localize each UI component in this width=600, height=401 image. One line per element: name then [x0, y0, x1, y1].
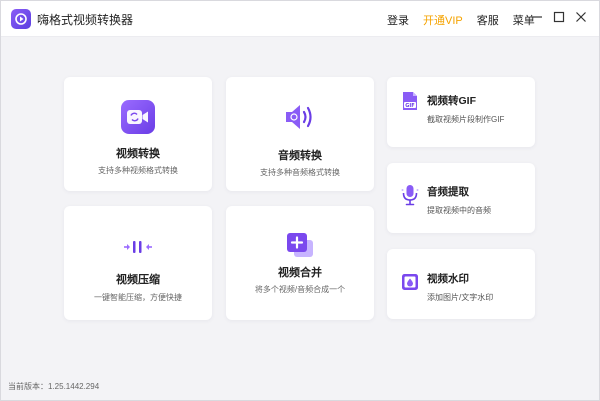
- video-to-gif-card[interactable]: GIF 视频转GIF 截取视频片段制作GIF: [387, 77, 535, 147]
- title-bar: 嗨格式视频转换器 登录 开通VIP 客服 菜单: [1, 1, 599, 37]
- service-link[interactable]: 客服: [477, 12, 499, 28]
- audio-extract-card[interactable]: 音频提取 提取视频中的音频: [387, 163, 535, 233]
- video-to-gif-desc: 截取视频片段制作GIF: [427, 115, 505, 124]
- merge-icon: [283, 228, 317, 262]
- maximize-icon[interactable]: [552, 10, 566, 24]
- watermark-card[interactable]: 视频水印 添加图片/文字水印: [387, 249, 535, 319]
- version-label: 当前版本：1.25.1442.294: [8, 382, 100, 391]
- title-links: 登录 开通VIP 客服 菜单: [387, 12, 535, 28]
- audio-convert-card[interactable]: 音频转换 支持多种音频格式转换: [226, 77, 374, 191]
- app-window: 嗨格式视频转换器 登录 开通VIP 客服 菜单 视频转换 支持多种视频格式转换 …: [0, 0, 600, 401]
- video-convert-desc: 支持多种视频格式转换: [98, 166, 178, 175]
- video-compress-desc: 一键智能压缩，方便快捷: [94, 293, 182, 302]
- audio-convert-icon: [283, 100, 317, 134]
- watermark-title: 视频水印: [427, 273, 469, 285]
- login-link[interactable]: 登录: [387, 12, 409, 28]
- microphone-icon: [401, 185, 419, 206]
- video-convert-card[interactable]: 视频转换 支持多种视频格式转换: [64, 77, 212, 191]
- video-convert-title: 视频转换: [116, 148, 160, 160]
- video-compress-title: 视频压缩: [116, 274, 160, 286]
- video-compress-card[interactable]: 视频压缩 一键智能压缩，方便快捷: [64, 206, 212, 320]
- close-icon[interactable]: [574, 10, 588, 24]
- watermark-icon: [401, 272, 419, 292]
- audio-convert-title: 音频转换: [278, 150, 322, 162]
- gif-icon: GIF: [401, 91, 419, 111]
- video-merge-card[interactable]: 视频合并 将多个视频/音频合成一个: [226, 206, 374, 320]
- audio-extract-title: 音频提取: [427, 186, 469, 198]
- video-merge-desc: 将多个视频/音频合成一个: [254, 285, 346, 294]
- app-logo-icon: [11, 9, 31, 29]
- video-to-gif-title: 视频转GIF: [427, 95, 476, 107]
- watermark-desc: 添加图片/文字水印: [427, 293, 494, 302]
- video-merge-title: 视频合并: [278, 267, 322, 279]
- svg-text:GIF: GIF: [405, 103, 414, 109]
- audio-convert-desc: 支持多种音频格式转换: [260, 168, 340, 177]
- minimize-icon[interactable]: [530, 10, 544, 24]
- audio-extract-desc: 提取视频中的音频: [427, 206, 491, 215]
- video-convert-icon: [121, 100, 155, 134]
- app-title: 嗨格式视频转换器: [37, 13, 134, 27]
- vip-link[interactable]: 开通VIP: [423, 12, 463, 28]
- compress-icon: [121, 230, 155, 264]
